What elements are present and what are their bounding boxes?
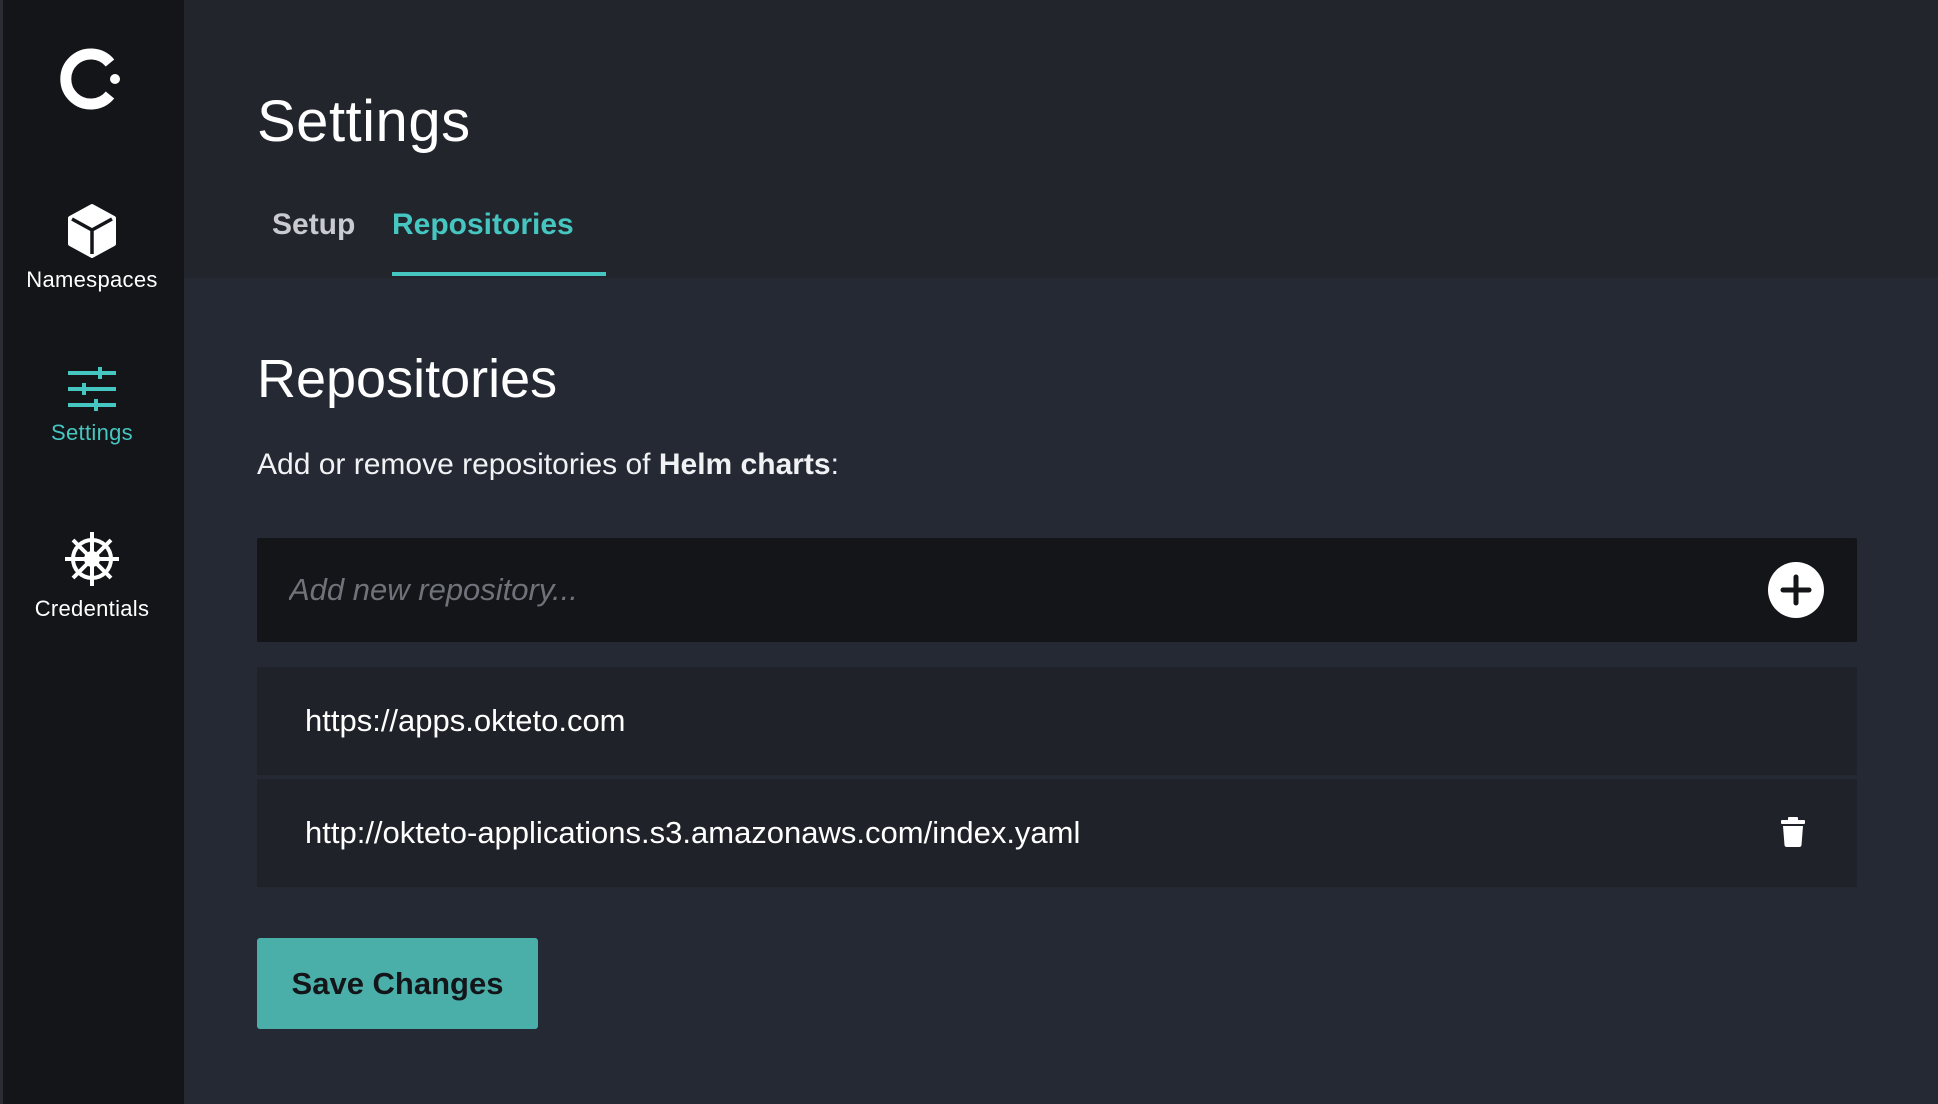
page-title: Settings	[257, 89, 471, 154]
plus-icon	[1780, 574, 1812, 606]
add-repository-button[interactable]	[1768, 562, 1824, 618]
sidebar-item-settings[interactable]: Settings	[0, 366, 184, 446]
section-description: Add or remove repositories of Helm chart…	[257, 448, 839, 482]
sidebar-item-credentials[interactable]: Credentials	[0, 530, 184, 622]
section-title: Repositories	[257, 349, 558, 409]
page-header: Settings Setup Repositories	[184, 0, 1938, 278]
save-changes-button[interactable]: Save Changes	[257, 938, 538, 1029]
description-suffix: :	[830, 448, 839, 481]
trash-icon[interactable]	[1781, 817, 1805, 847]
repository-url: http://okteto-applications.s3.amazonaws.…	[305, 815, 1081, 850]
sidebar-item-label: Credentials	[34, 596, 150, 621]
sliders-icon	[68, 367, 116, 411]
sidebar-item-label: Settings	[51, 420, 133, 445]
sidebar-item-label: Namespaces	[26, 267, 158, 292]
repository-url: https://apps.okteto.com	[305, 703, 626, 738]
tab-setup[interactable]: Setup	[272, 208, 355, 278]
cube-icon	[68, 204, 116, 258]
helm-wheel-icon	[65, 532, 119, 586]
description-emphasis: Helm charts	[658, 448, 831, 481]
active-tab-indicator	[392, 272, 606, 276]
app-window: Namespaces Settings Credentials Settings…	[0, 0, 1938, 1104]
list-item: http://okteto-applications.s3.amazonaws.…	[257, 779, 1857, 887]
add-repository-row	[257, 538, 1857, 642]
add-repository-input[interactable]	[257, 538, 1757, 642]
list-item: https://apps.okteto.com	[257, 667, 1857, 775]
repository-list: https://apps.okteto.com http://okteto-ap…	[257, 667, 1857, 891]
okteto-logo-icon[interactable]	[58, 46, 124, 112]
tab-repositories[interactable]: Repositories	[392, 208, 574, 278]
sidebar-item-namespaces[interactable]: Namespaces	[0, 203, 184, 293]
description-text: Add or remove repositories of	[257, 448, 659, 481]
sidebar: Namespaces Settings Credentials	[0, 0, 184, 1104]
